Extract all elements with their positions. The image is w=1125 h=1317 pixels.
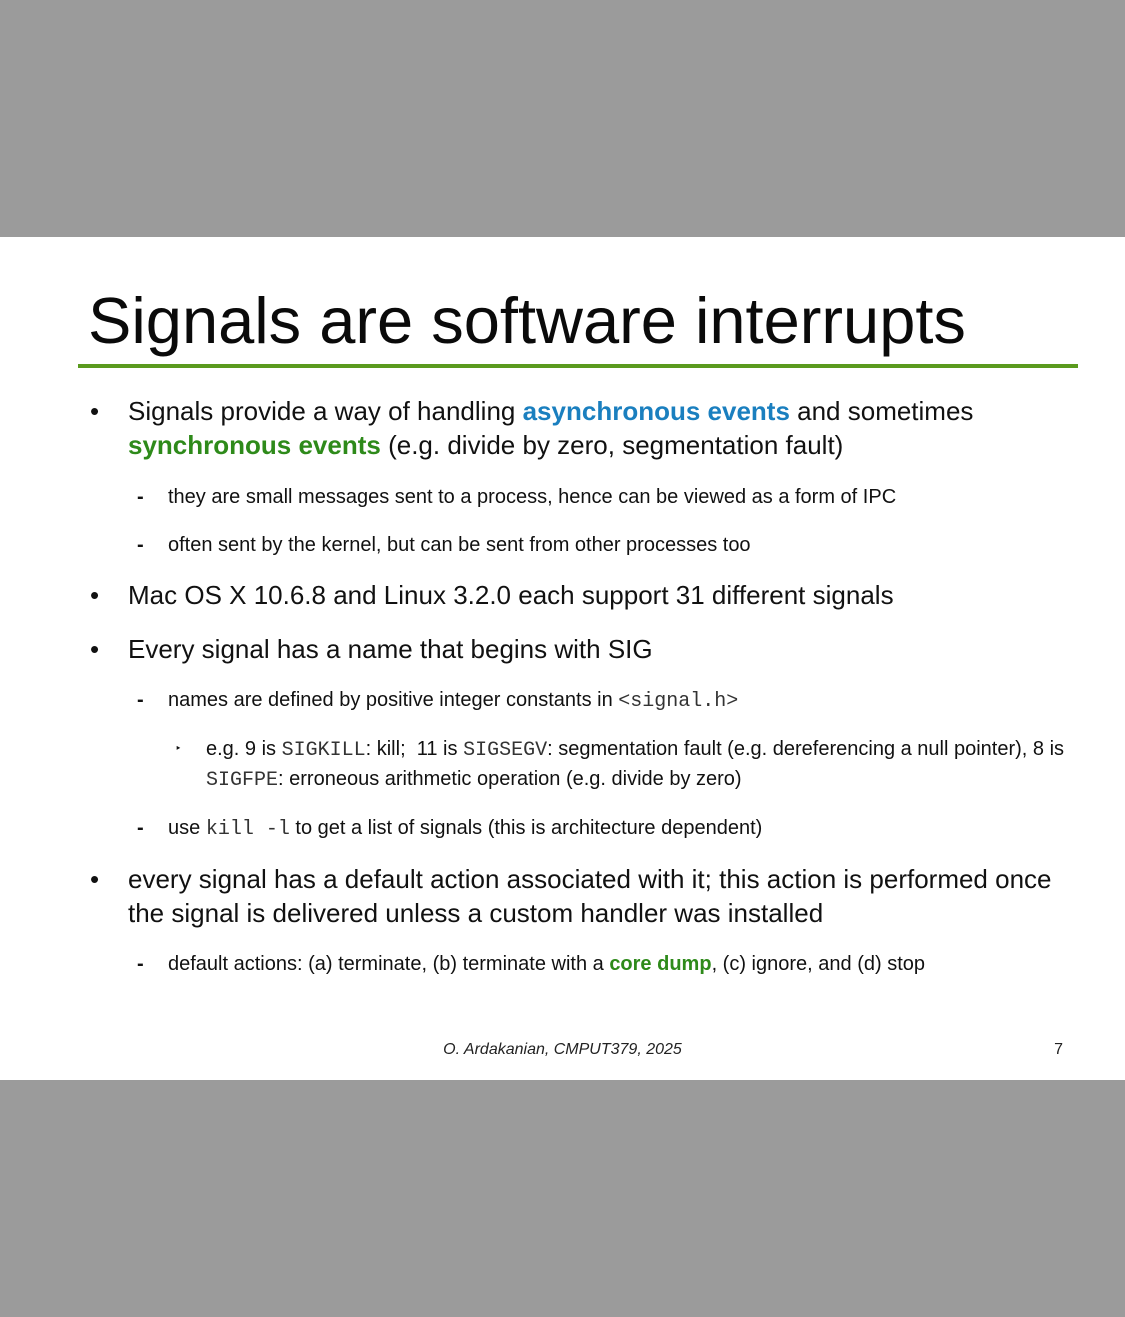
subsubbullet-text: : erroneous arithmetic operation (e.g. d… — [278, 768, 742, 790]
highlight-core-dump: core dump — [609, 953, 712, 975]
bullet-text: and sometimes — [789, 396, 974, 426]
subbullet-text: they are small messages sent to a proces… — [168, 486, 897, 508]
highlight-async-events: asynchronous events — [522, 396, 790, 426]
bullet-text: Signals provide a way of handling — [128, 396, 523, 426]
subbullet-text: , (c) ignore, and (d) stop — [711, 953, 925, 975]
bullet-text: (e.g. divide by zero, segmentation fault… — [380, 430, 844, 460]
subbullet-text: names are defined by positive integer co… — [168, 689, 619, 711]
bullet-text: Mac OS X 10.6.8 and Linux 3.2.0 each sup… — [128, 580, 894, 610]
bullet-default-action: • every signal has a default action asso… — [90, 862, 1078, 930]
subbullet-integer-constants: - names are defined by positive integer … — [137, 686, 1088, 716]
bullet-marker: • — [90, 580, 100, 610]
code-kill-l: kill -l — [205, 818, 290, 841]
subbullet-text: default actions: (a) terminate, (b) term… — [168, 953, 610, 975]
subsubbullet-text: e.g. 9 is — [206, 738, 282, 760]
dash-marker: - — [137, 953, 144, 975]
slide-title: Signals are software interrupts — [88, 284, 966, 357]
subsubbullet-text: : kill; 11 is — [365, 738, 464, 760]
bullet-sig-name: • Every signal has a name that begins wi… — [90, 632, 1088, 666]
highlight-sync-events: synchronous events — [128, 430, 381, 460]
subbullet-text: to get a list of signals (this is archit… — [289, 817, 763, 839]
subbullet-text: often sent by the kernel, but can be sen… — [168, 534, 751, 556]
subbullet-sent-by-kernel: - often sent by the kernel, but can be s… — [137, 531, 1088, 559]
bullet-marker: • — [90, 396, 100, 426]
title-underline — [78, 364, 1078, 368]
bullet-text: every signal has a default action associ… — [128, 864, 1052, 928]
subbullet-text: use — [168, 817, 206, 839]
code-sigfpe: SIGFPE — [206, 769, 279, 792]
bullet-signals-provide: • Signals provide a way of handling asyn… — [90, 394, 1088, 462]
bullet-marker: • — [90, 864, 100, 894]
subsubbullet-text: : segmentation fault (e.g. dereferencing… — [547, 738, 1065, 760]
slide: Signals are software interrupts • Signal… — [0, 237, 1125, 1080]
slide-footer: O. Ardakanian, CMPUT379, 2025 — [443, 1041, 682, 1058]
subbullet-kill-l: - use kill -l to get a list of signals (… — [137, 814, 1088, 844]
page-number: 7 — [1054, 1041, 1063, 1058]
dash-marker: - — [137, 486, 144, 508]
dash-marker: - — [137, 689, 144, 711]
subbullet-small-messages: - they are small messages sent to a proc… — [137, 483, 1088, 511]
dash-marker: - — [137, 817, 144, 839]
bullet-marker: • — [90, 634, 100, 664]
subsubbullet-signal-examples: ‣ e.g. 9 is SIGKILL: kill; 11 is SIGSEGV… — [175, 735, 1086, 795]
bullet-text: Every signal has a name that begins with… — [128, 634, 653, 664]
bullet-mac-linux-signals: • Mac OS X 10.6.8 and Linux 3.2.0 each s… — [90, 578, 1088, 612]
code-sigkill: SIGKILL — [281, 739, 366, 762]
code-sigsegv: SIGSEGV — [463, 739, 548, 762]
subbullet-default-actions: - default actions: (a) terminate, (b) te… — [137, 950, 1088, 978]
code-signal-h: <signal.h> — [618, 690, 739, 713]
dash-marker: - — [137, 534, 144, 556]
arrow-marker: ‣ — [175, 743, 182, 755]
